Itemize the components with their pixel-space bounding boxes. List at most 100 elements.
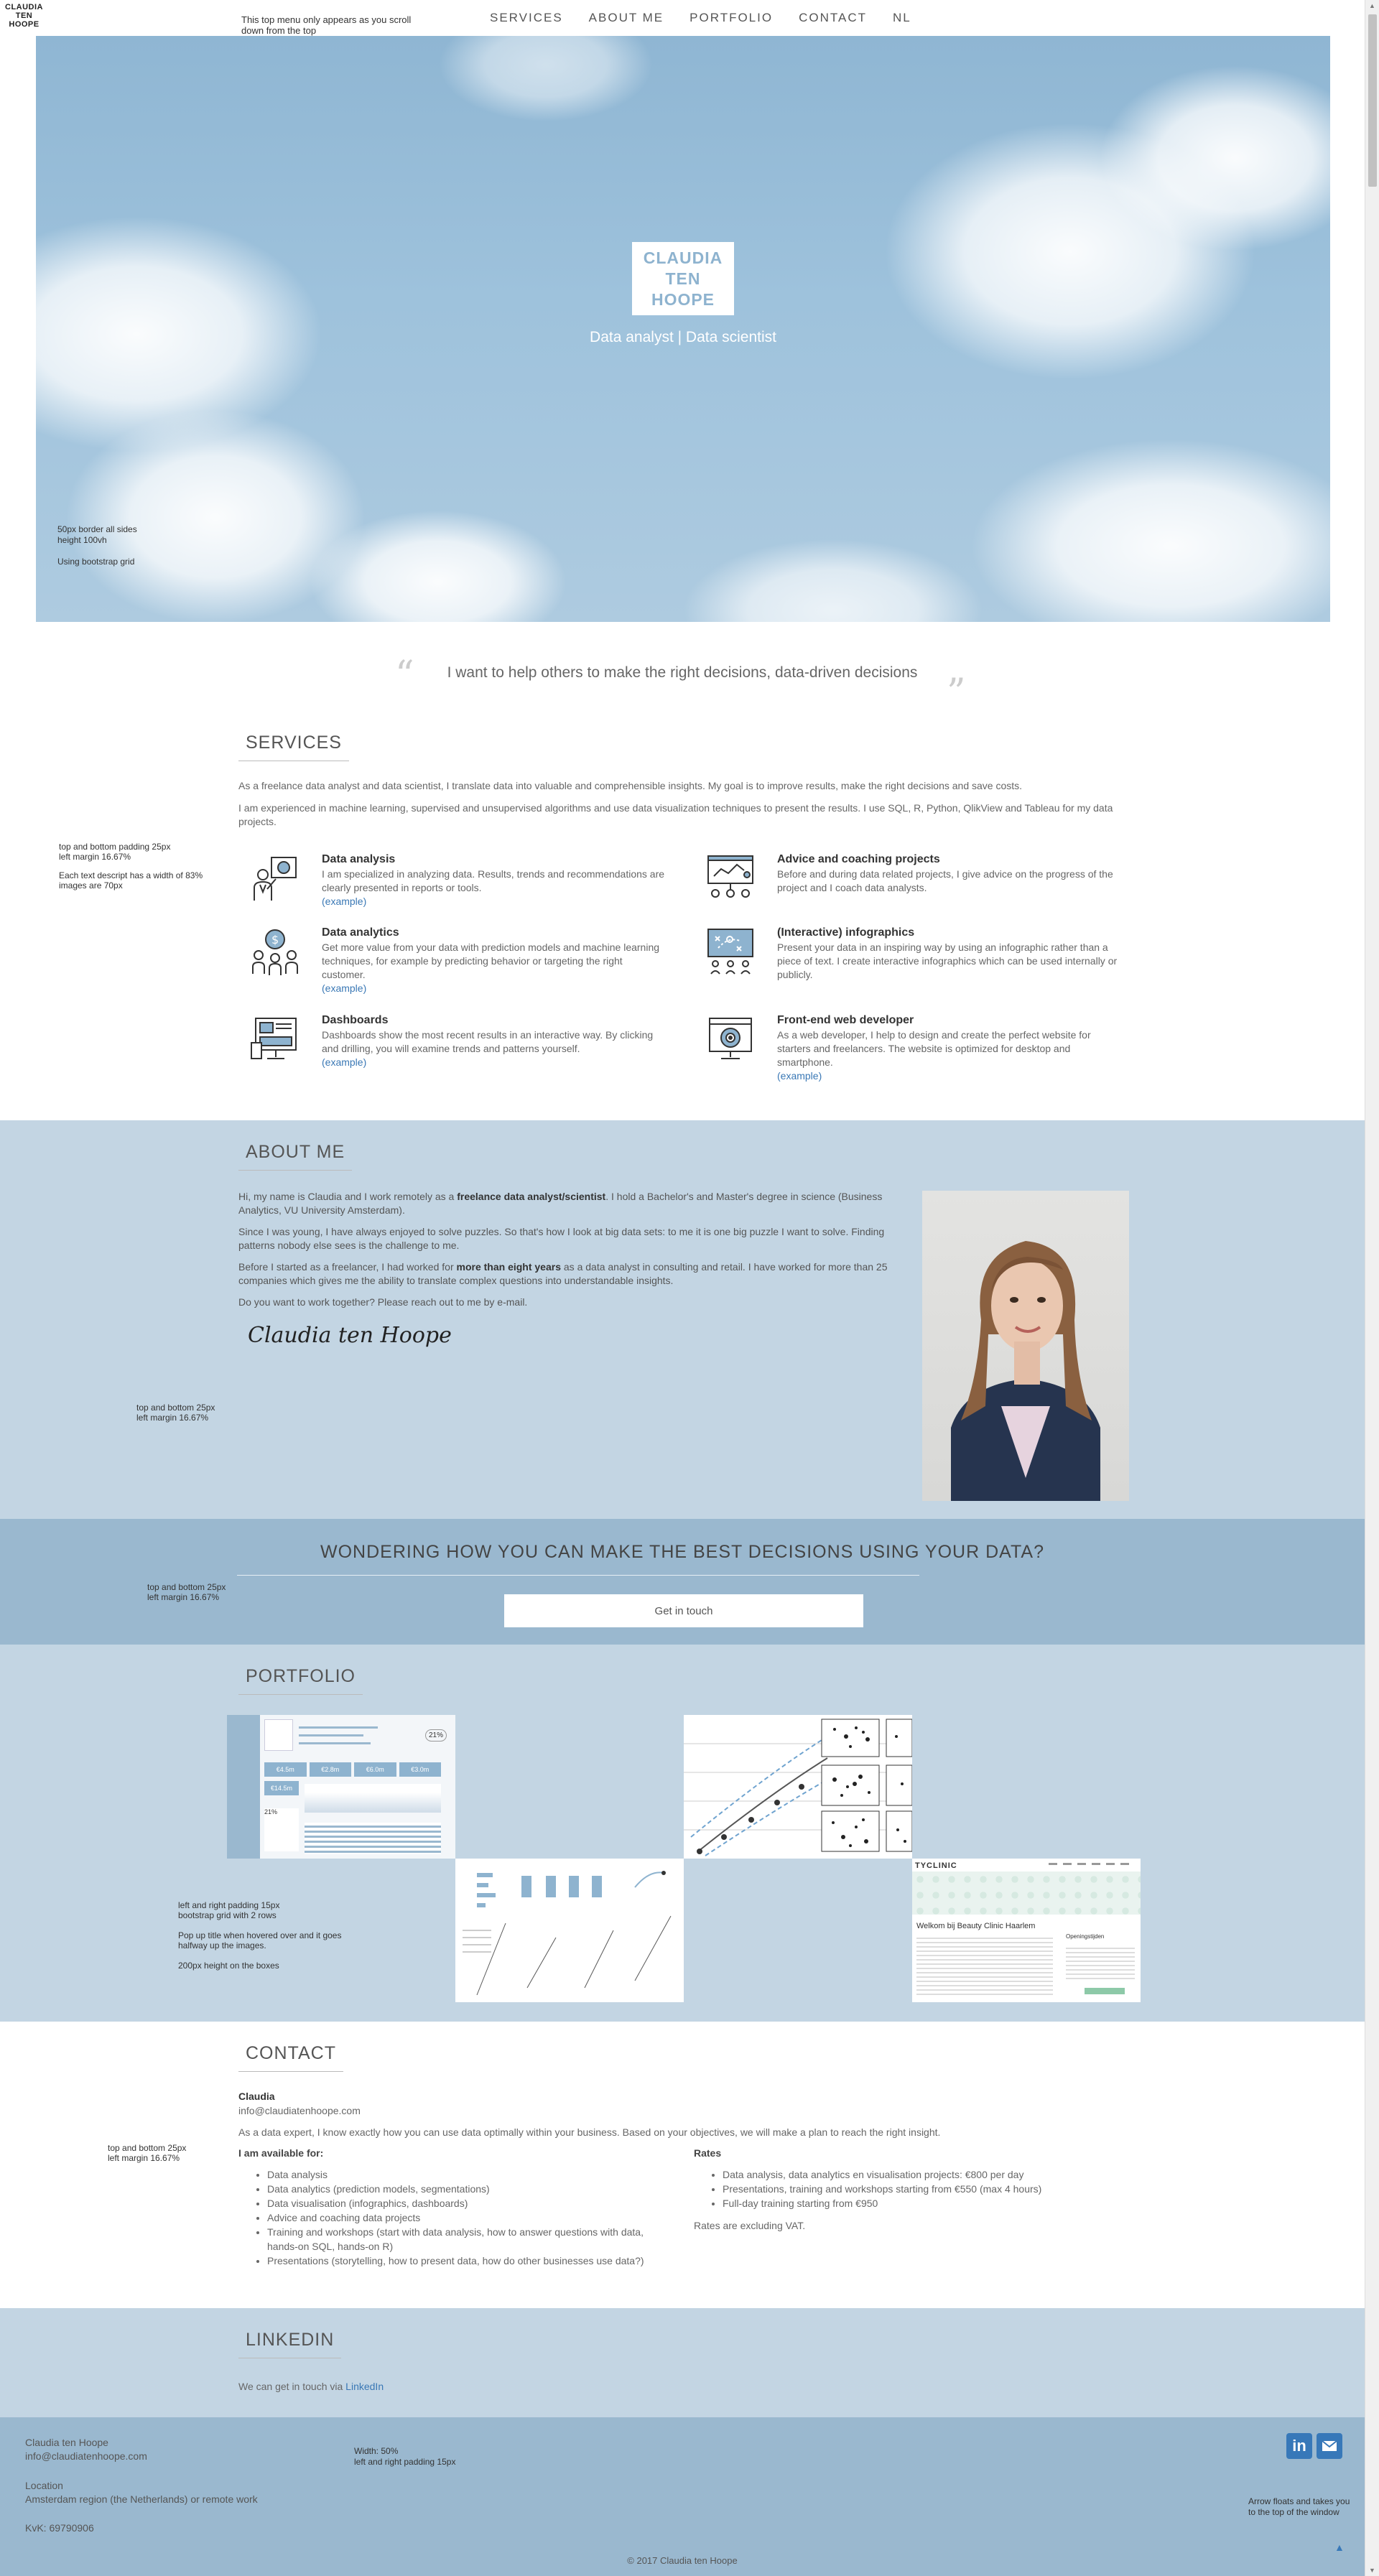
annotation-line: height 100vh xyxy=(57,535,107,545)
monitor-target-icon xyxy=(705,1014,756,1064)
get-in-touch-button[interactable]: Get in touch xyxy=(504,1594,863,1627)
dashboard-tile: €14.5m xyxy=(264,1781,299,1795)
hero-logo-line: HOOPE xyxy=(651,289,715,309)
annotation-line: bootstrap grid with 2 rows xyxy=(178,1910,277,1920)
scrollbar-thumb[interactable] xyxy=(1368,14,1377,187)
service-example-link[interactable]: (example) xyxy=(322,1056,366,1068)
annotation-line: left margin 16.67% xyxy=(108,2153,180,2163)
list-item: Presentations, training and workshops st… xyxy=(723,2182,1125,2196)
presenter-chart-icon xyxy=(250,853,300,903)
nav-about[interactable]: ABOUT ME xyxy=(589,11,664,25)
annotation-line: left margin 16.67% xyxy=(147,1592,220,1602)
dashboard-card xyxy=(264,1719,293,1751)
about-text: Hi, my name is Claudia and I work remote… xyxy=(238,1191,458,1202)
annotation-line: left and right padding 15px xyxy=(178,1900,280,1910)
annotation-line: Width: 50% xyxy=(354,2446,399,2456)
annotation-line: Using bootstrap grid xyxy=(57,557,135,567)
annotation-line: top and bottom padding 25px xyxy=(59,842,171,852)
hero-annotation: 50px border all sides height 100vh Using… xyxy=(57,524,137,567)
portfolio-website[interactable]: TYCLINIC Welkom bij Beauty Clinic Haarle… xyxy=(912,1859,1141,2002)
available-title: I am available for: xyxy=(238,2147,324,2159)
list-item: Data visualisation (infographics, dashbo… xyxy=(267,2196,669,2210)
service-example-link[interactable]: (example) xyxy=(322,982,366,994)
linkedin-section: LINKEDIN We can get in touch via LinkedI… xyxy=(0,2308,1365,2417)
hero-logo-line: TEN xyxy=(665,269,701,288)
dashboard-icon xyxy=(250,1014,300,1064)
scroll-down-icon[interactable]: ▼ xyxy=(1369,2567,1375,2574)
mail-icon[interactable] xyxy=(1317,2433,1342,2459)
linkedin-link[interactable]: LinkedIn xyxy=(345,2381,384,2392)
portfolio-dashboard[interactable]: 21% €4.5m €2.8m €6.0m €3.0m €14.5m 21% xyxy=(227,1715,455,1859)
annotation-line: left margin 16.67% xyxy=(136,1413,209,1423)
nav-services[interactable]: SERVICES xyxy=(490,11,563,25)
dashboard-tiles: €4.5m €2.8m €6.0m €3.0m xyxy=(264,1762,441,1777)
site-heading: Welkom bij Beauty Clinic Haarlem xyxy=(916,1922,1036,1930)
dashboard-sidebar xyxy=(227,1715,260,1859)
available-list: Data analysis Data analytics (prediction… xyxy=(238,2167,669,2268)
service-desc: Present your data in an inspiring way by… xyxy=(777,941,1118,980)
annotation-line: top and bottom 25px xyxy=(136,1403,215,1413)
linkedin-text-span: We can get in touch via xyxy=(238,2381,346,2392)
linkedin-text: We can get in touch via LinkedIn xyxy=(238,2380,384,2394)
annotation-line: top and bottom 25px xyxy=(108,2143,187,2153)
scroll-up-icon[interactable]: ▲ xyxy=(1369,2,1375,9)
nav-logo[interactable]: CLAUDIA TEN HOOPE xyxy=(5,3,43,29)
site-brand: TYCLINIC xyxy=(915,1861,957,1870)
hero-logo-line: CLAUDIA xyxy=(643,248,723,267)
cloud-shape xyxy=(970,438,1330,622)
contact-name: Claudia xyxy=(238,2091,275,2102)
nav-contact[interactable]: CONTACT xyxy=(799,11,867,25)
contact-email[interactable]: info@claudiatenhoope.com xyxy=(238,2104,361,2118)
service-title: Front-end web developer xyxy=(777,1014,914,1026)
footer-location: Amsterdam region (the Netherlands) or re… xyxy=(25,2493,258,2505)
top-navbar: CLAUDIA TEN HOOPE This top menu only app… xyxy=(0,0,1365,36)
footer-annotation: Width: 50% left and right padding 15px xyxy=(354,2446,455,2468)
service-desc: I am specialized in analyzing data. Resu… xyxy=(322,868,667,908)
footer-name: Claudia ten Hoope xyxy=(25,2437,108,2448)
dashboard-sliders xyxy=(299,1722,407,1751)
close-quote-icon: ” xyxy=(947,671,966,715)
annotation-line: left margin 16.67% xyxy=(59,852,131,862)
list-item: Data analysis, data analytics en visuali… xyxy=(723,2167,1125,2182)
nav-language[interactable]: NL xyxy=(893,11,911,25)
portfolio-title: PORTFOLIO xyxy=(238,1666,363,1695)
services-intro-2: I am experienced in machine learning, su… xyxy=(238,802,1113,827)
service-desc-text: As a web developer, I help to design and… xyxy=(777,1029,1091,1068)
linkedin-icon[interactable]: in xyxy=(1286,2433,1312,2459)
dashboard-area-chart xyxy=(305,1784,441,1813)
service-title: (Interactive) infographics xyxy=(777,926,915,939)
cta-section: WONDERING HOW YOU CAN MAKE THE BEST DECI… xyxy=(0,1519,1365,1645)
footer-kvk: KvK: 69790906 xyxy=(25,2522,94,2534)
people-money-icon: $ xyxy=(250,926,300,977)
portfolio-charts[interactable] xyxy=(455,1859,684,2002)
service-example-link[interactable]: (example) xyxy=(322,896,366,907)
site-banner xyxy=(912,1871,1141,1915)
hero-section: CLAUDIA TEN HOOPE Data analyst | Data sc… xyxy=(36,36,1330,622)
service-desc: As a web developer, I help to design and… xyxy=(777,1028,1122,1083)
site-button xyxy=(1085,1988,1125,1994)
back-to-top-icon[interactable]: ▲ xyxy=(1334,2541,1345,2554)
strategy-board-icon xyxy=(705,926,756,977)
about-paragraph-3: Before I started as a freelancer, I had … xyxy=(238,1260,892,1288)
footer-email[interactable]: info@claudiatenhoope.com xyxy=(25,2450,147,2463)
about-annotation: top and bottom 25px left margin 16.67% xyxy=(136,1403,215,1423)
service-desc: Get more value from your data with predi… xyxy=(322,941,667,995)
cloud-shape xyxy=(438,36,654,122)
page-scrollbar[interactable]: ▲ ▼ xyxy=(1365,0,1379,2576)
site-hours xyxy=(1066,1945,1135,1982)
main-nav: SERVICES ABOUT ME PORTFOLIO CONTACT NL xyxy=(490,11,937,25)
dashboard-kpi: 21% xyxy=(425,1729,447,1742)
service-example-link[interactable]: (example) xyxy=(777,1070,822,1082)
site-text xyxy=(916,1935,1053,1995)
portfolio-regression[interactable] xyxy=(684,1715,912,1859)
svg-text:$: $ xyxy=(271,933,279,947)
service-title: Advice and coaching projects xyxy=(777,853,940,865)
rates-title: Rates xyxy=(694,2147,722,2159)
nav-portfolio[interactable]: PORTFOLIO xyxy=(690,11,773,25)
dashboard-tile: €6.0m xyxy=(354,1762,396,1777)
logo-line: CLAUDIA xyxy=(5,3,43,11)
services-intro-1: As a freelance data analyst and data sci… xyxy=(238,780,1023,791)
cta-annotation: top and bottom 25px left margin 16.67% xyxy=(147,1582,226,1602)
service-title: Dashboards xyxy=(322,1014,389,1026)
service-desc: Before and during data related projects,… xyxy=(777,868,1113,893)
